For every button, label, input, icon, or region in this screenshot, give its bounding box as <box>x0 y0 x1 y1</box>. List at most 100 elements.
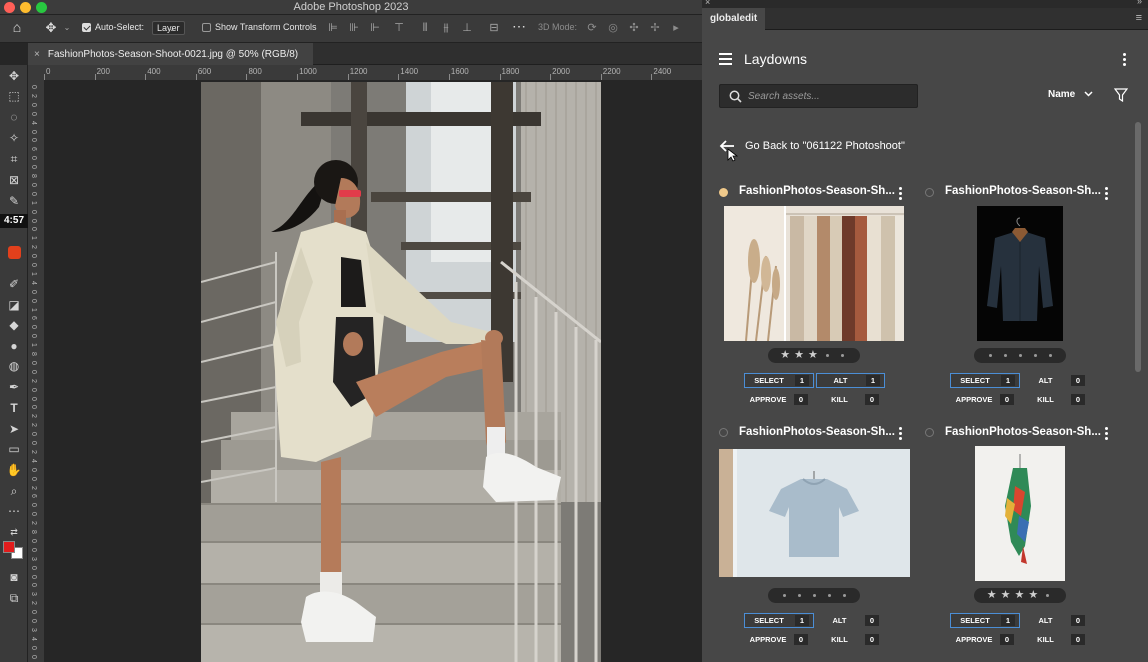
back-link[interactable]: Go Back to "061122 Photoshoot" <box>745 140 905 152</box>
frame-tool-icon[interactable]: ⊠ <box>4 171 24 189</box>
asset-more-icon[interactable] <box>1105 187 1109 202</box>
close-panel-icon[interactable]: × <box>705 0 710 7</box>
panel-scrollbar[interactable] <box>1135 122 1141 372</box>
canvas-area[interactable] <box>44 81 702 662</box>
document-canvas-photo[interactable] <box>201 82 601 662</box>
pick-indicator[interactable] <box>925 188 934 197</box>
brush-tool-icon[interactable]: ✐ <box>4 275 24 293</box>
kill-button[interactable]: KILL 0 <box>816 632 885 647</box>
approve-button[interactable]: APPROVE 0 <box>744 632 814 647</box>
search-box[interactable] <box>719 84 918 108</box>
star-rating[interactable] <box>974 348 1066 363</box>
pick-indicator[interactable] <box>719 428 728 437</box>
checkbox-checked-icon[interactable] <box>82 22 91 32</box>
collapse-panel-icon[interactable]: » <box>1137 0 1142 6</box>
document-tab[interactable]: × FashionPhotos-Season-Shoot-0021.jpg @ … <box>28 43 313 65</box>
crop-tool-icon[interactable]: ⌗ <box>4 150 24 168</box>
align-top-icon[interactable]: ⊤ <box>392 21 406 35</box>
vertical-ruler[interactable]: 0 2 0 0 4 0 0 6 0 0 8 0 0 1 0 0 0 1 2 0 0 1 4 0 0 1 6 0 0 1 8 0 0 2 0 0 0 2 2 0… <box>28 81 44 662</box>
kill-button[interactable]: KILL 0 <box>1022 392 1091 407</box>
sort-dropdown[interactable]: Name <box>1048 89 1093 100</box>
horizontal-ruler[interactable]: 0 200 400 600 800 1000 1200 1400 1600 1800 2000 220… <box>44 65 702 81</box>
panel-tab-globaledit[interactable]: globaledit <box>702 8 766 30</box>
approve-button[interactable]: APPROVE 0 <box>950 392 1020 407</box>
kill-button[interactable]: KILL 0 <box>1022 632 1091 647</box>
pick-indicator[interactable] <box>719 188 728 197</box>
select-button[interactable]: SELECT 1 <box>744 613 814 628</box>
swap-colors-icon[interactable]: ⇄ <box>4 523 24 541</box>
eraser-tool-icon[interactable]: ◪ <box>4 296 24 314</box>
blur-tool-icon[interactable]: ● <box>4 337 24 355</box>
asset-thumbnail[interactable] <box>719 449 910 577</box>
select-button[interactable]: SELECT 1 <box>744 373 814 388</box>
type-tool-icon[interactable]: T <box>4 399 24 417</box>
asset-thumbnail[interactable] <box>724 206 904 341</box>
3d-orbit-icon[interactable]: ⟳ <box>585 21 599 35</box>
screen-mode-icon[interactable]: ⧉ <box>4 589 24 607</box>
panel-menu-icon[interactable]: ≡ <box>1136 12 1142 24</box>
star-rating[interactable]: ★ ★ ★ <box>768 348 860 363</box>
pen-tool-icon[interactable]: ✒ <box>4 378 24 396</box>
foreground-color-swatch[interactable] <box>3 541 15 553</box>
asset-thumbnail[interactable] <box>977 206 1063 341</box>
3d-camera-icon[interactable]: ▸ <box>669 21 683 35</box>
align-left-icon[interactable]: ⊫ <box>326 21 340 35</box>
alt-button[interactable]: ALT 0 <box>1022 613 1091 628</box>
3d-pan-icon[interactable]: ✣ <box>627 21 641 35</box>
approve-button[interactable]: APPROVE 0 <box>744 392 814 407</box>
panel-more-icon[interactable] <box>1123 53 1127 68</box>
rectangle-tool-icon[interactable]: ▭ <box>4 440 24 458</box>
path-selection-icon[interactable]: ➤ <box>4 420 24 438</box>
auto-select-dropdown[interactable]: Layer ⌄ <box>152 21 185 35</box>
asset-more-icon[interactable] <box>899 187 903 202</box>
search-input[interactable] <box>748 89 913 104</box>
asset-thumbnail[interactable] <box>975 446 1065 581</box>
distribute-bottom-icon[interactable]: ⊥ <box>460 21 474 35</box>
align-vertical-icon[interactable]: ⊟ <box>487 21 501 35</box>
alt-button[interactable]: ALT 0 <box>816 613 885 628</box>
asset-name[interactable]: FashionPhotos-Season-Sh... <box>945 426 1101 438</box>
show-transform-controls[interactable]: Show Transform Controls <box>202 22 317 32</box>
3d-roll-icon[interactable]: ◎ <box>606 21 620 35</box>
magic-wand-icon[interactable]: ✧ <box>4 129 24 147</box>
home-icon[interactable]: ⌂ <box>10 20 24 34</box>
eyedropper-icon[interactable]: ✎ <box>4 192 24 210</box>
lasso-tool-icon[interactable]: ◌ <box>4 108 24 126</box>
select-button[interactable]: SELECT 1 <box>950 613 1020 628</box>
close-tab-icon[interactable]: × <box>34 49 40 60</box>
asset-name[interactable]: FashionPhotos-Season-Sh... <box>739 426 895 438</box>
select-button[interactable]: SELECT 1 <box>950 373 1020 388</box>
align-right-icon[interactable]: ⊩ <box>368 21 382 35</box>
approve-button[interactable]: APPROVE 0 <box>950 632 1020 647</box>
chevron-down-icon[interactable]: ⌄ <box>60 21 74 35</box>
move-tool-icon[interactable]: ✥ <box>44 21 58 35</box>
asset-name[interactable]: FashionPhotos-Season-Sh... <box>739 185 895 197</box>
asset-more-icon[interactable] <box>1105 427 1109 442</box>
dodge-tool-icon[interactable]: ◍ <box>4 357 24 375</box>
star-rating[interactable] <box>768 588 860 603</box>
more-tools-icon[interactable]: ⋯ <box>4 502 24 520</box>
pick-indicator[interactable] <box>925 428 934 437</box>
paint-bucket-icon[interactable]: ◆ <box>4 316 24 334</box>
marquee-tool-icon[interactable]: ⬚ <box>4 87 24 105</box>
hand-tool-icon[interactable]: ✋ <box>4 461 24 479</box>
star-rating[interactable]: ★ ★ ★ ★ <box>974 588 1066 603</box>
auto-select-checkbox[interactable]: Auto-Select: <box>82 22 144 32</box>
align-center-icon[interactable]: ⊪ <box>347 21 361 35</box>
more-options-icon[interactable]: ⋯ <box>512 19 526 33</box>
asset-name[interactable]: FashionPhotos-Season-Sh... <box>945 185 1101 197</box>
kill-button[interactable]: KILL 0 <box>816 392 885 407</box>
move-tool-icon[interactable]: ✥ <box>4 67 24 85</box>
alt-button[interactable]: ALT 0 <box>1022 373 1091 388</box>
distribute-center-icon[interactable]: ⫵ <box>439 21 453 35</box>
zoom-tool-icon[interactable]: ⌕ <box>4 482 24 500</box>
alt-button[interactable]: ALT 1 <box>816 373 885 388</box>
checkbox-unchecked-icon[interactable] <box>202 22 211 32</box>
quick-mask-icon[interactable]: ◙ <box>4 568 24 586</box>
distribute-horizontal-icon[interactable]: ⫴ <box>418 21 432 35</box>
3d-slide-icon[interactable]: ✢ <box>648 21 662 35</box>
filter-icon[interactable] <box>1114 88 1128 102</box>
asset-more-icon[interactable] <box>899 427 903 442</box>
hamburger-menu-icon[interactable] <box>719 53 732 65</box>
spot-healing-icon[interactable] <box>4 244 24 262</box>
